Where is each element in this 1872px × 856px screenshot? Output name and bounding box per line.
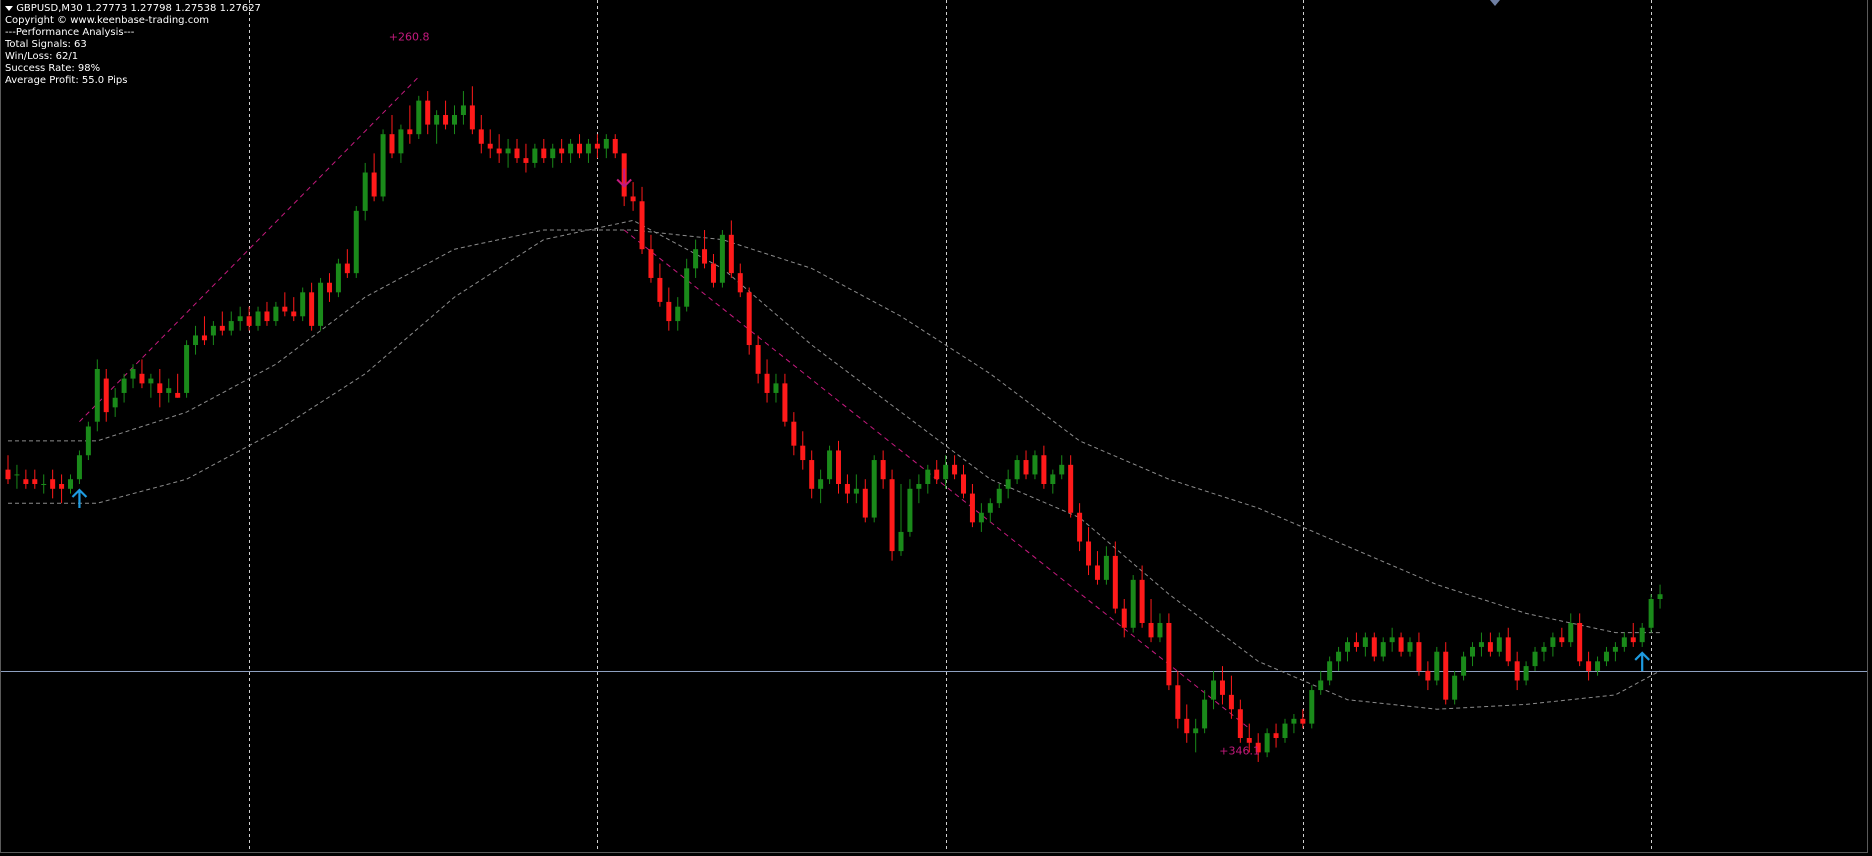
success-rate: Success Rate: 98% [5, 63, 101, 74]
chart-shift-marker-icon[interactable] [1490, 0, 1500, 6]
ohlc-low: 1.27538 [175, 3, 217, 14]
chart-window[interactable]: +260.8 +346.1 GBPUSD,M30 1.27773 1.27798 … [0, 0, 1872, 856]
collapse-triangle-icon[interactable] [5, 6, 13, 11]
average-profit: Average Profit: 55.0 Pips [5, 75, 128, 86]
info-panel: GBPUSD,M30 1.27773 1.27798 1.27538 1.276… [5, 3, 261, 87]
symbol-row: GBPUSD,M30 1.27773 1.27798 1.27538 1.276… [5, 3, 261, 15]
chart-frame [0, 0, 1868, 853]
performance-header: ---Performance Analysis--- [5, 27, 135, 38]
ohlc-close: 1.27627 [219, 3, 261, 14]
win-loss: Win/Loss: 62/1 [5, 51, 79, 62]
ohlc-open: 1.27773 [85, 3, 128, 14]
copyright-text: Copyright © www.keenbase-trading.com [5, 15, 210, 26]
ohlc-high: 1.27798 [130, 3, 172, 14]
symbol-label: GBPUSD,M30 [16, 3, 83, 14]
total-signals: Total Signals: 63 [5, 39, 87, 50]
